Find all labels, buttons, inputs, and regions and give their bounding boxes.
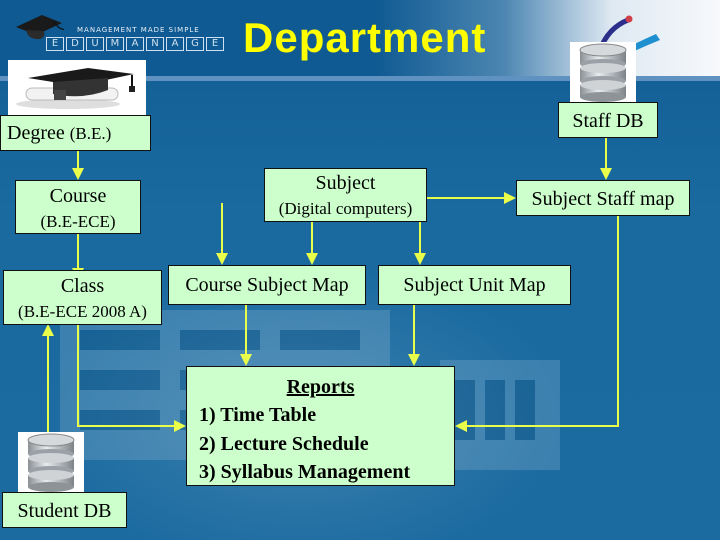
graduation-cap-icon	[16, 68, 135, 109]
logo-letter: N	[146, 37, 164, 51]
node-student-db-label: Student DB	[17, 500, 112, 522]
node-subject[interactable]: Subject (Digital computers)	[264, 168, 427, 222]
node-course[interactable]: Course (B.E-ECE)	[15, 180, 141, 234]
node-student-db[interactable]: Student DB	[2, 492, 127, 528]
node-course-subject-map-label: Course Subject Map	[185, 274, 349, 296]
logo-letter: E	[46, 37, 64, 51]
page-title: Department	[243, 14, 487, 61]
logo-letter: D	[66, 37, 84, 51]
logo-letter: G	[186, 37, 204, 51]
node-class-detail: (B.E-ECE 2008 A)	[18, 302, 147, 321]
logo-letter: U	[86, 37, 104, 51]
reports-item: 3) Syllabus Management	[199, 461, 411, 484]
node-subject-detail: (Digital computers)	[278, 199, 413, 218]
node-degree[interactable]: Degree (B.E.)	[0, 115, 151, 151]
database-icon	[27, 433, 75, 492]
node-subject-staff-map-label: Subject Staff map	[531, 188, 675, 210]
logo-letter: M	[106, 37, 124, 51]
reports-title: Reports	[286, 376, 355, 398]
node-degree-label: Degree	[7, 122, 65, 144]
node-course-label: Course	[49, 185, 107, 207]
node-degree-detail: (B.E.)	[69, 124, 112, 143]
node-subject-unit-map-label: Subject Unit Map	[403, 274, 546, 296]
node-course-subject-map[interactable]: Course Subject Map	[168, 265, 366, 305]
node-subject-label: Subject	[315, 172, 376, 194]
node-staff-db-label: Staff DB	[572, 110, 644, 132]
node-subject-staff-map[interactable]: Subject Staff map	[516, 180, 690, 216]
node-class-label: Class	[60, 275, 105, 297]
logo-wordmark: E D U M A N A G E	[46, 37, 224, 51]
node-course-detail: (B.E-ECE)	[40, 212, 116, 231]
node-staff-db[interactable]: Staff DB	[558, 102, 658, 138]
staff-db-image	[570, 42, 636, 102]
graduation-cap-image	[8, 60, 146, 115]
node-subject-unit-map[interactable]: Subject Unit Map	[378, 265, 571, 305]
node-reports[interactable]: Reports 1) Time Table 2) Lecture Schedul…	[186, 366, 455, 486]
database-icon	[579, 43, 627, 102]
logo-letter: A	[126, 37, 144, 51]
logo-letter: E	[206, 37, 224, 51]
student-db-image	[18, 432, 84, 492]
logo-tagline: MANAGEMENT MADE SIMPLE	[77, 26, 200, 34]
reports-item: 2) Lecture Schedule	[199, 432, 369, 455]
slide: MANAGEMENT MADE SIMPLE E D U M A N A G E…	[0, 0, 720, 540]
logo-letter: A	[166, 37, 184, 51]
reports-item: 1) Time Table	[199, 404, 317, 427]
node-class[interactable]: Class (B.E-ECE 2008 A)	[3, 270, 162, 325]
